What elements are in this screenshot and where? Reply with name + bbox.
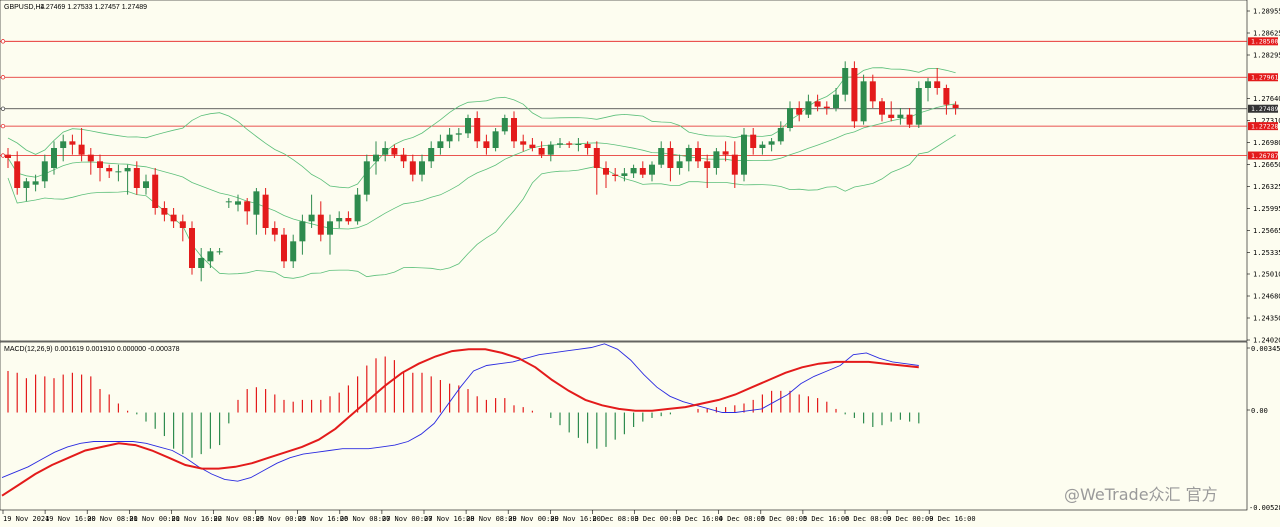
candle [492,128,499,152]
candle [262,188,269,235]
level-label: 1.27228 [1251,123,1278,131]
level-label: 1.26787 [1251,152,1278,160]
level-label: 1.27961 [1251,74,1278,82]
time-tick-label: 9 Dec 00:00 [887,515,933,523]
level-anchor [0,75,6,80]
price-tick-label: 1.24350 [1253,315,1280,323]
candle [915,81,922,128]
level-anchor [0,106,6,111]
candle [363,154,370,202]
ohlc-readout: 1.27469 1.27533 1.27457 1.27489 [40,4,147,11]
time-tick-label: 2 Dec 08:00 [592,515,638,523]
watermark: @WeTrade众汇 官方 [1064,485,1218,504]
price-tick-label: 1.26325 [1253,183,1280,191]
time-tick-label: 5 Dec 16:00 [803,515,849,523]
macd-label: MACD(12,26,9) 0.001619 0.001910 0.000000… [4,346,180,353]
candle [851,61,858,128]
price-tick-label: 1.24020 [1253,337,1280,345]
candle [860,74,867,125]
time-tick-label: 6 Dec 08:00 [845,515,891,523]
level-label: 1.27489 [1251,105,1278,113]
time-tick-label: 3 Dec 00:00 [635,515,681,523]
symbol-label: GBPUSD,H4 [4,4,45,11]
time-tick-label: 19 Nov 2024 [3,515,49,523]
price-tick-label: 1.28295 [1253,52,1280,60]
candle [741,128,747,182]
price-tick-label: 1.28625 [1253,30,1280,38]
price-tick-label: 1.25010 [1253,271,1280,279]
macd-tick-bottom: -0.00528 [1249,504,1280,512]
price-tick-label: 1.28955 [1253,8,1280,16]
candle [152,168,159,215]
chart-canvas: 1.289551.286251.282951.276401.273101.269… [0,0,1280,527]
macd-tick-zero: 0.00 [1251,407,1268,415]
price-tick-label: 1.26980 [1253,139,1280,147]
price-tick-label: 1.24680 [1253,293,1280,301]
candle [189,221,195,275]
level-label: 1.28500 [1251,38,1278,46]
level-anchor [0,123,6,129]
macd-tick-top: 0.003459 [1251,345,1280,353]
price-tick-label: 1.26650 [1253,161,1280,169]
price-tick-label: 1.27640 [1253,95,1280,103]
time-tick-label: 5 Dec 00:00 [761,515,807,523]
time-tick-label: 3 Dec 16:00 [677,515,723,523]
level-anchor [0,153,6,158]
price-tick-label: 1.25995 [1253,205,1280,213]
level-anchor [0,39,6,44]
price-tick-label: 1.25665 [1253,227,1280,235]
time-tick-label: 4 Dec 08:00 [719,515,765,523]
price-tick-label: 1.25335 [1253,249,1280,257]
time-tick-label: 9 Dec 16:00 [929,515,975,523]
